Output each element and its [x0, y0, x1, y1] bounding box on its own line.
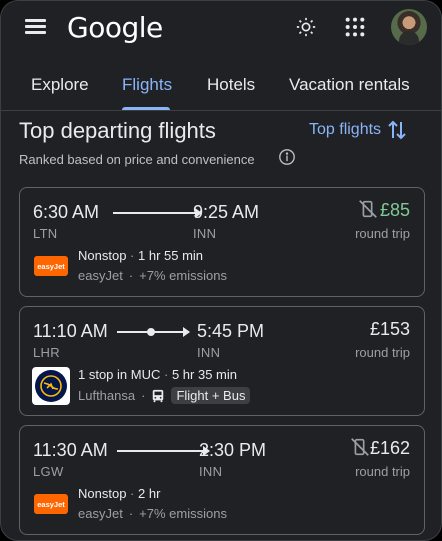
top-bar: Google [1, 1, 441, 55]
depart-time: 11:10 AM [33, 321, 108, 341]
stops-duration: Nonstop · 2 hr [78, 486, 161, 501]
stops-duration: Nonstop · 1 hr 55 min [78, 248, 204, 263]
section-title: Top departing flights [19, 118, 216, 143]
stops: 1 stop in MUC [78, 367, 161, 382]
stops: Nonstop [78, 248, 127, 263]
transfer-chip: Flight + Bus [171, 387, 251, 404]
arrive-time: 5:45 PM [197, 321, 265, 341]
google-logo[interactable]: Google [67, 11, 163, 44]
active-tab-indicator [122, 107, 170, 110]
depart-airport: LGW [33, 464, 64, 479]
arrive-airport: INN [197, 345, 221, 360]
tab-explore[interactable]: Explore [31, 75, 89, 95]
airline-name: easyJet [78, 268, 123, 283]
no-wifi-icon [351, 438, 369, 456]
brightness-icon[interactable] [292, 13, 320, 41]
airline-info: easyJet · +7% emissions [78, 268, 227, 283]
lufthansa-logo [32, 367, 70, 405]
route-arrow [117, 327, 190, 337]
route-arrow [113, 208, 202, 218]
airline-name: easyJet [78, 506, 123, 521]
sort-button[interactable]: Top flights [309, 119, 407, 141]
tab-flights[interactable]: Flights [122, 75, 172, 95]
nav-tabs: Explore Flights Hotels Vacation rentals [1, 63, 441, 111]
airline-info: easyJet · +7% emissions [78, 506, 227, 521]
price: £162 [369, 438, 410, 458]
stop-dot [147, 328, 155, 336]
sort-label: Top flights [309, 121, 382, 138]
price: £85 [379, 200, 410, 220]
bus-icon [153, 389, 164, 402]
arrive-airport: INN [193, 226, 217, 241]
price-note: round trip [355, 345, 410, 360]
app-frame: Google Explore Flights Hotels Vacation r… [0, 0, 442, 541]
depart-airport: LHR [33, 345, 60, 360]
easyjet-logo: easyJet [34, 494, 68, 514]
emissions: +7% emissions [139, 506, 227, 521]
depart-time: 6:30 AM [33, 202, 100, 222]
duration: 5 hr 35 min [171, 367, 237, 382]
no-wifi-icon [359, 200, 377, 218]
user-avatar[interactable] [391, 9, 427, 45]
easyjet-logo: easyJet [34, 256, 68, 276]
flight-card[interactable]: 11:10 AM 5:45 PM LHR INN £153 round trip… [19, 306, 425, 416]
duration: 1 hr 55 min [138, 248, 204, 263]
arrive-airport: INN [199, 464, 223, 479]
stops: Nonstop [78, 486, 127, 501]
tab-vacation-rentals[interactable]: Vacation rentals [289, 75, 410, 95]
emissions: +7% emissions [139, 268, 227, 283]
price-note: round trip [355, 464, 410, 479]
info-icon[interactable] [278, 148, 296, 166]
sort-arrows-icon [388, 120, 406, 140]
stops-duration: 1 stop in MUC · 5 hr 35 min [78, 367, 237, 382]
price: £153 [369, 319, 410, 339]
flight-card[interactable]: 11:30 AM 2:30 PM LGW INN £162 round trip… [19, 425, 425, 535]
duration: 2 hr [138, 486, 161, 501]
menu-icon[interactable] [23, 15, 49, 39]
flight-card[interactable]: 6:30 AM 9:25 AM LTN INN £85 round trip e… [19, 187, 425, 297]
depart-airport: LTN [33, 226, 58, 241]
section-subtitle: Ranked based on price and convenience [19, 152, 255, 167]
tab-hotels[interactable]: Hotels [207, 75, 255, 95]
apps-grid-icon[interactable] [341, 13, 369, 41]
arrive-time: 2:30 PM [199, 440, 267, 460]
airline-info: Lufthansa · Flight + Bus [78, 387, 251, 404]
airline-name: Lufthansa [78, 388, 136, 403]
arrive-time: 9:25 AM [193, 202, 260, 222]
route-arrow [117, 446, 210, 456]
price-note: round trip [355, 226, 410, 241]
depart-time: 11:30 AM [33, 440, 108, 460]
